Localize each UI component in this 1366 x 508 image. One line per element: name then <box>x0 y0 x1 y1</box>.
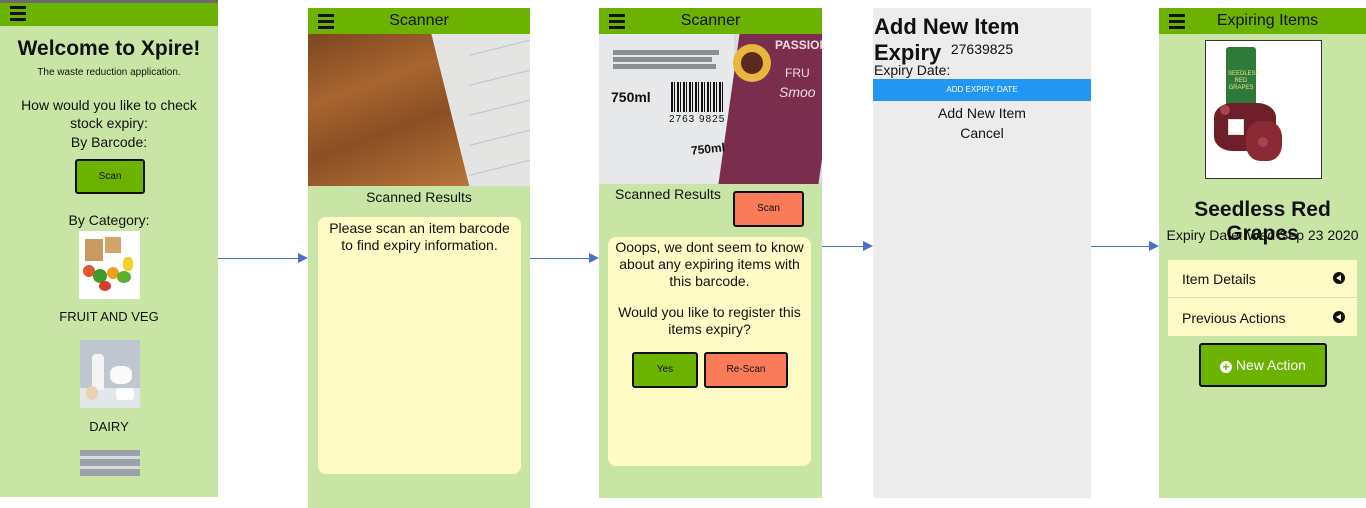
scanned-results-heading: Scanned Results <box>615 186 721 202</box>
add-expiry-screen: Add New Item Expiry 27639825 Expiry Date… <box>873 8 1091 498</box>
pack-volume-text: 750ml <box>611 89 651 105</box>
scanner-screen: Scanner Scanned Results Please scan an i… <box>308 8 530 508</box>
camera-view <box>308 34 530 186</box>
pack-fruit-text: FRU <box>785 66 810 80</box>
results-card: Please scan an item barcode to find expi… <box>318 217 521 474</box>
scanned-results-heading: Scanned Results <box>366 189 472 205</box>
welcome-subtitle: The waste reduction application. <box>37 67 181 78</box>
new-action-label: New Action <box>1235 357 1306 373</box>
dairy-image[interactable] <box>80 340 140 408</box>
item-details-row[interactable]: Item Details <box>1168 260 1357 298</box>
bar-title: Expiring Items <box>1216 12 1319 29</box>
pack-smoo-text: Smoo <box>779 84 816 100</box>
flow-arrow <box>1091 241 1159 251</box>
pack-label-text: SEEDLESS RED GRAPES <box>1228 71 1260 91</box>
category-image-partial[interactable] <box>80 450 140 476</box>
chevron-left-icon[interactable] <box>1333 311 1345 323</box>
scanner-result-screen: Scanner PASSION FRU Smoo 750ml 2763 9825… <box>599 8 822 498</box>
check-question: How would you like to check stock expiry… <box>21 97 197 131</box>
cancel-link[interactable]: Cancel <box>873 125 1091 141</box>
expiry-date-text: Expiry Date: Wed Sep 23 2020 <box>1166 227 1359 243</box>
pack-brand-text: PASSION <box>775 38 822 52</box>
barcode-graphic <box>671 82 723 112</box>
results-card: Ooops, we dont seem to know about any ex… <box>608 237 811 466</box>
by-barcode-label: By Barcode: <box>70 134 148 150</box>
category-dairy-label[interactable]: DAIRY <box>0 419 218 434</box>
scan-button[interactable]: Scan <box>75 159 145 194</box>
barcode-digits: 2763 9825 <box>669 114 726 125</box>
top-bar <box>0 0 218 26</box>
add-expiry-title: Add New Item Expiry <box>874 14 1020 65</box>
flow-arrow <box>822 241 873 251</box>
welcome-title: Welcome to Xpire! <box>17 37 201 60</box>
bar-title: Scanner <box>389 12 449 29</box>
item-details-label: Item Details <box>1182 271 1256 287</box>
flow-arrow <box>530 253 599 263</box>
flow-arrow <box>218 253 308 263</box>
product-image: SEEDLESS RED GRAPES <box>1205 40 1322 179</box>
add-expiry-date-button[interactable]: ADD EXPIRY DATE <box>873 79 1091 101</box>
register-question: Would you like to register this items ex… <box>618 304 801 337</box>
barcode-number: 27639825 <box>950 41 1014 57</box>
expiry-date-label: Expiry Date: <box>874 62 951 78</box>
camera-view: PASSION FRU Smoo 750ml 2763 9825 750ml <box>599 34 822 184</box>
previous-actions-row[interactable]: Previous Actions <box>1168 298 1357 336</box>
unknown-item-message: Ooops, we dont seem to know about any ex… <box>615 239 804 289</box>
category-fruit-veg-label[interactable]: FRUIT AND VEG <box>0 309 218 324</box>
bar-title: Scanner <box>680 12 741 29</box>
expiring-item-screen: Expiring Items SEEDLESS RED GRAPES Seedl… <box>1159 8 1366 498</box>
add-new-item-link[interactable]: Add New Item <box>873 105 1091 121</box>
previous-actions-label: Previous Actions <box>1182 310 1286 326</box>
chevron-left-icon[interactable] <box>1333 272 1345 284</box>
new-action-button[interactable]: + New Action <box>1199 343 1327 387</box>
rescan-button[interactable]: Re-Scan <box>704 352 788 388</box>
scan-button[interactable]: Scan <box>733 191 804 227</box>
fruit-veg-image[interactable] <box>79 231 140 299</box>
yes-button[interactable]: Yes <box>632 352 698 388</box>
plus-circle-icon: + <box>1220 361 1233 373</box>
menu-icon[interactable] <box>10 3 26 23</box>
by-category-label: By Category: <box>68 212 150 228</box>
scan-prompt-text: Please scan an item barcode to find expi… <box>329 220 510 253</box>
welcome-screen: Welcome to Xpire! The waste reduction ap… <box>0 0 218 497</box>
